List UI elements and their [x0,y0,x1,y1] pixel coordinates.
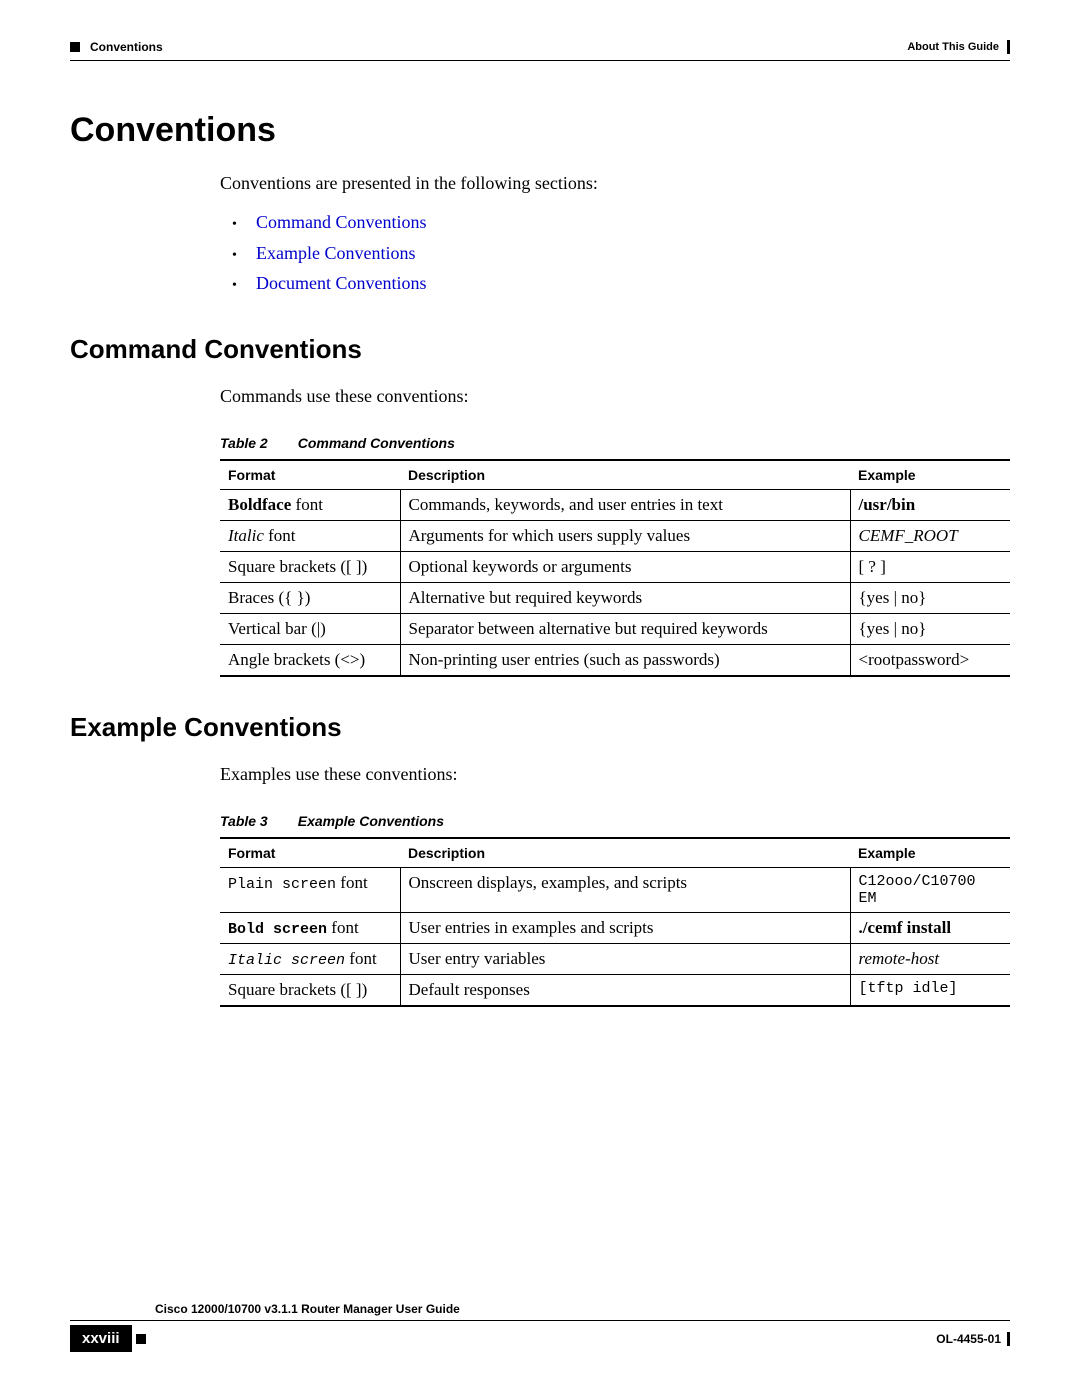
page-footer: Cisco 12000/10700 v3.1.1 Router Manager … [70,1300,1010,1352]
cell-format: Braces ({ }) [220,582,400,613]
section-heading-command: Command Conventions [70,334,1010,365]
footer-guide-title: Cisco 12000/10700 v3.1.1 Router Manager … [155,1302,460,1316]
cell-format: Italic [228,526,264,545]
link-example-conventions[interactable]: Example Conventions [256,243,415,263]
cell-description: Non-printing user entries (such as passw… [400,644,850,676]
header-square-icon [70,42,80,52]
cell-format-suffix: font [345,949,377,968]
table-row: Square brackets ([ ]) Default responses … [220,974,1010,1006]
cell-example: [tftp idle] [850,974,1010,1006]
cell-example: CEMF_ROOT [850,520,1010,551]
cell-format-suffix: font [264,526,296,545]
link-document-conventions[interactable]: Document Conventions [256,273,426,293]
table2-number: Table 2 [220,435,268,451]
cell-description: Optional keywords or arguments [400,551,850,582]
table3-caption: Table 3 Example Conventions [220,813,1010,829]
cell-description: Onscreen displays, examples, and scripts [400,867,850,912]
cell-format: Italic screen [228,952,345,969]
table2-caption: Table 2 Command Conventions [220,435,1010,451]
example-lead: Examples use these conventions: [220,761,1010,788]
table-command-conventions: Format Description Example Boldface font… [220,459,1010,677]
cell-example: <rootpassword> [850,644,1010,676]
cell-description: Separator between alternative but requir… [400,613,850,644]
cell-example: ./cemf install [850,912,1010,943]
table-row: Vertical bar (|) Separator between alter… [220,613,1010,644]
cell-format: Vertical bar (|) [220,613,400,644]
cell-example: remote-host [850,943,1010,974]
header-guide-label: About This Guide [907,41,999,53]
header-bar-icon [1007,40,1010,54]
th-format: Format [220,460,400,490]
footer-square-icon [136,1334,146,1344]
table-row: Plain screen font Onscreen displays, exa… [220,867,1010,912]
table2-title: Command Conventions [298,435,455,451]
footer-right: OL-4455-01 [936,1332,1010,1346]
page-title: Conventions [70,111,1010,150]
table-row: Angle brackets (<>) Non-printing user en… [220,644,1010,676]
th-description: Description [400,460,850,490]
cell-format: Bold screen [228,921,327,938]
page-number: xxviii [70,1325,132,1352]
cell-example: [ ? ] [850,551,1010,582]
cell-description: User entries in examples and scripts [400,912,850,943]
th-example: Example [850,838,1010,868]
table-row: Italic screen font User entry variables … [220,943,1010,974]
table3-number: Table 3 [220,813,268,829]
table-row: Italic font Arguments for which users su… [220,520,1010,551]
cell-description: Commands, keywords, and user entries in … [400,489,850,520]
table-row: Braces ({ }) Alternative but required ke… [220,582,1010,613]
table-row: Boldface font Commands, keywords, and us… [220,489,1010,520]
cell-example: {yes | no} [850,582,1010,613]
header-rule [70,60,1010,61]
cell-example: /usr/bin [850,489,1010,520]
table-row: Bold screen font User entries in example… [220,912,1010,943]
cell-format: Angle brackets (<>) [220,644,400,676]
section-heading-example: Example Conventions [70,712,1010,743]
cell-format-suffix: font [327,918,359,937]
cell-description: Alternative but required keywords [400,582,850,613]
cell-format-suffix: font [336,873,368,892]
header-left: Conventions [70,40,163,54]
cell-format: Plain screen [228,876,336,893]
intro-text: Conventions are presented in the followi… [220,170,1010,197]
th-format: Format [220,838,400,868]
cell-example: C12ooo/C10700 EM [850,867,1010,912]
footer-doc-id: OL-4455-01 [936,1332,1001,1346]
table3-title: Example Conventions [298,813,444,829]
table-row: Square brackets ([ ]) Optional keywords … [220,551,1010,582]
header-right: About This Guide [907,40,1010,54]
link-command-conventions[interactable]: Command Conventions [256,212,427,232]
cell-format: Square brackets ([ ]) [220,551,400,582]
page-header: Conventions About This Guide [70,40,1010,54]
footer-left: xxviii [70,1325,160,1352]
footer-rule [70,1320,1010,1321]
cell-format-suffix: font [291,495,323,514]
command-lead: Commands use these conventions: [220,383,1010,410]
table-example-conventions: Format Description Example Plain screen … [220,837,1010,1007]
cell-format: Square brackets ([ ]) [220,974,400,1006]
footer-bar-icon [1007,1332,1010,1346]
cell-example: {yes | no} [850,613,1010,644]
cell-format: Boldface [228,495,291,514]
th-example: Example [850,460,1010,490]
th-description: Description [400,838,850,868]
cell-description: User entry variables [400,943,850,974]
header-section-label: Conventions [90,40,163,54]
toc-links: Command Conventions Example Conventions … [220,207,1010,299]
cell-description: Default responses [400,974,850,1006]
cell-description: Arguments for which users supply values [400,520,850,551]
